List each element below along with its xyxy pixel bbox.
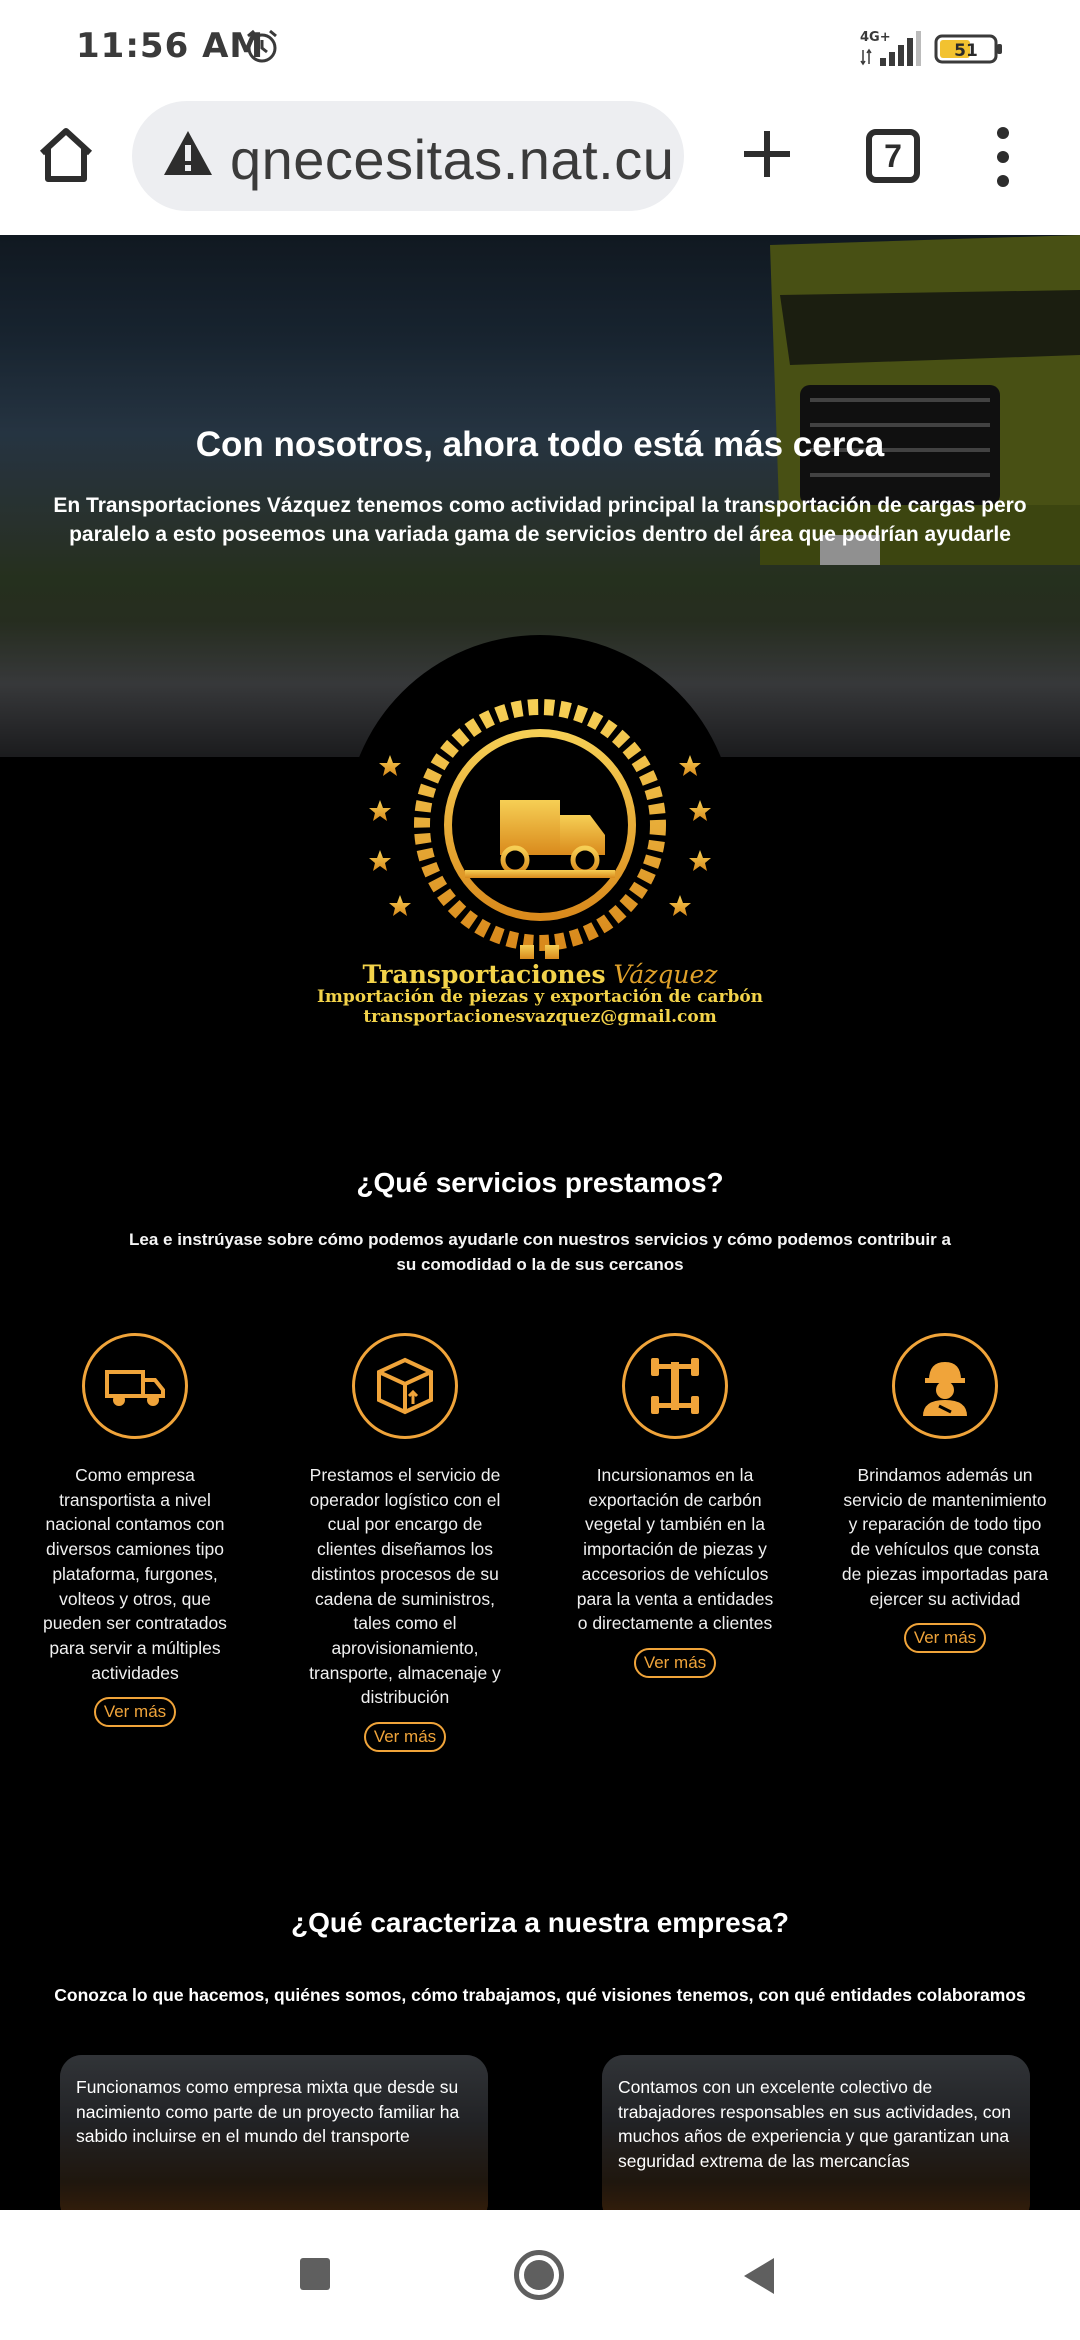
hero-text: En Transportaciones Vázquez tenemos como… — [53, 494, 1027, 546]
status-time: 11:56 AM — [76, 26, 265, 66]
logo-tagline: Importación de piezas y exportación de c… — [316, 987, 764, 1007]
warning-icon[interactable] — [162, 129, 214, 177]
network-type: 4G+ — [860, 30, 891, 45]
services-subtitle: Lea e instrúyase sobre cómo podemos ayud… — [129, 1230, 951, 1274]
signal-icon: 4G+ — [860, 30, 921, 66]
ver-mas-button[interactable]: Ver más — [93, 1697, 177, 1728]
home-icon[interactable] — [36, 125, 96, 185]
characteristics-subtitle: Conozca lo que hacemos, quiénes somos, c… — [54, 1985, 1026, 2005]
service-description: Brindamos además un servicio de mantenim… — [841, 1465, 1049, 1609]
alarm-icon — [247, 29, 277, 63]
service-card: Prestamos el servicio de operador logíst… — [300, 1333, 510, 1753]
truck-icon — [82, 1333, 188, 1439]
ver-mas-button[interactable]: Ver más — [363, 1722, 447, 1753]
more-options-icon[interactable] — [990, 125, 1016, 189]
tab-switcher-button[interactable]: 7 — [866, 129, 920, 183]
home-button[interactable] — [514, 2250, 564, 2300]
characteristics-title: ¿Qué caracteriza a nuestra empresa? — [290, 1907, 789, 1938]
service-description: Incursionamos en la exportación de carbó… — [576, 1465, 774, 1634]
company-logo — [369, 699, 711, 959]
feature-card-text: Contamos con un excelente colectivo de t… — [618, 2077, 1012, 2172]
back-icon[interactable] — [740, 2256, 776, 2296]
services-title: ¿Qué servicios prestamos? — [356, 1167, 724, 1198]
service-description: Como empresa transportista a nivel nacio… — [43, 1465, 227, 1683]
battery-icon: 51 — [934, 34, 1002, 64]
logo-name-part2: Vázquez — [613, 960, 718, 989]
hero-title: Con nosotros, ahora todo está más cerca — [195, 425, 885, 464]
service-card: Brindamos además un servicio de mantenim… — [840, 1333, 1050, 1654]
service-description: Prestamos el servicio de operador logíst… — [309, 1465, 501, 1708]
logo-details: Importación de piezas y exportación de c… — [0, 987, 1080, 1027]
ver-mas-button[interactable]: Ver más — [903, 1623, 987, 1654]
feature-card[interactable]: Contamos con un excelente colectivo de t… — [602, 2055, 1030, 2210]
recent-apps-button[interactable] — [300, 2258, 330, 2290]
service-card: Incursionamos en la exportación de carbó… — [570, 1333, 780, 1678]
service-card: Como empresa transportista a nivel nacio… — [30, 1333, 240, 1728]
web-page: Con nosotros, ahora todo está más cerca … — [0, 235, 1080, 2210]
ver-mas-button[interactable]: Ver más — [633, 1647, 717, 1678]
logo-company-name: Transportaciones Vázquez — [0, 960, 1080, 989]
new-tab-icon[interactable] — [740, 127, 794, 181]
url-text[interactable]: qnecesitas.nat.cu — [230, 127, 674, 192]
address-bar[interactable]: qnecesitas.nat.cu — [132, 101, 684, 211]
browser-toolbar: qnecesitas.nat.cu 7 — [0, 95, 1080, 235]
feature-card[interactable]: Funcionamos como empresa mixta que desde… — [60, 2055, 488, 2210]
worker-icon — [892, 1333, 998, 1439]
box-icon — [352, 1333, 458, 1439]
battery-level: 51 — [954, 41, 978, 61]
logo-name-part1: Transportaciones — [362, 960, 606, 989]
system-nav-bar — [0, 2210, 1080, 2340]
feature-card-text: Funcionamos como empresa mixta que desde… — [76, 2077, 460, 2147]
status-bar: 11:56 AM 4G+ 51 — [0, 0, 1080, 95]
chassis-icon — [622, 1333, 728, 1439]
logo-email: transportacionesvazquez@gmail.com — [363, 1007, 717, 1027]
